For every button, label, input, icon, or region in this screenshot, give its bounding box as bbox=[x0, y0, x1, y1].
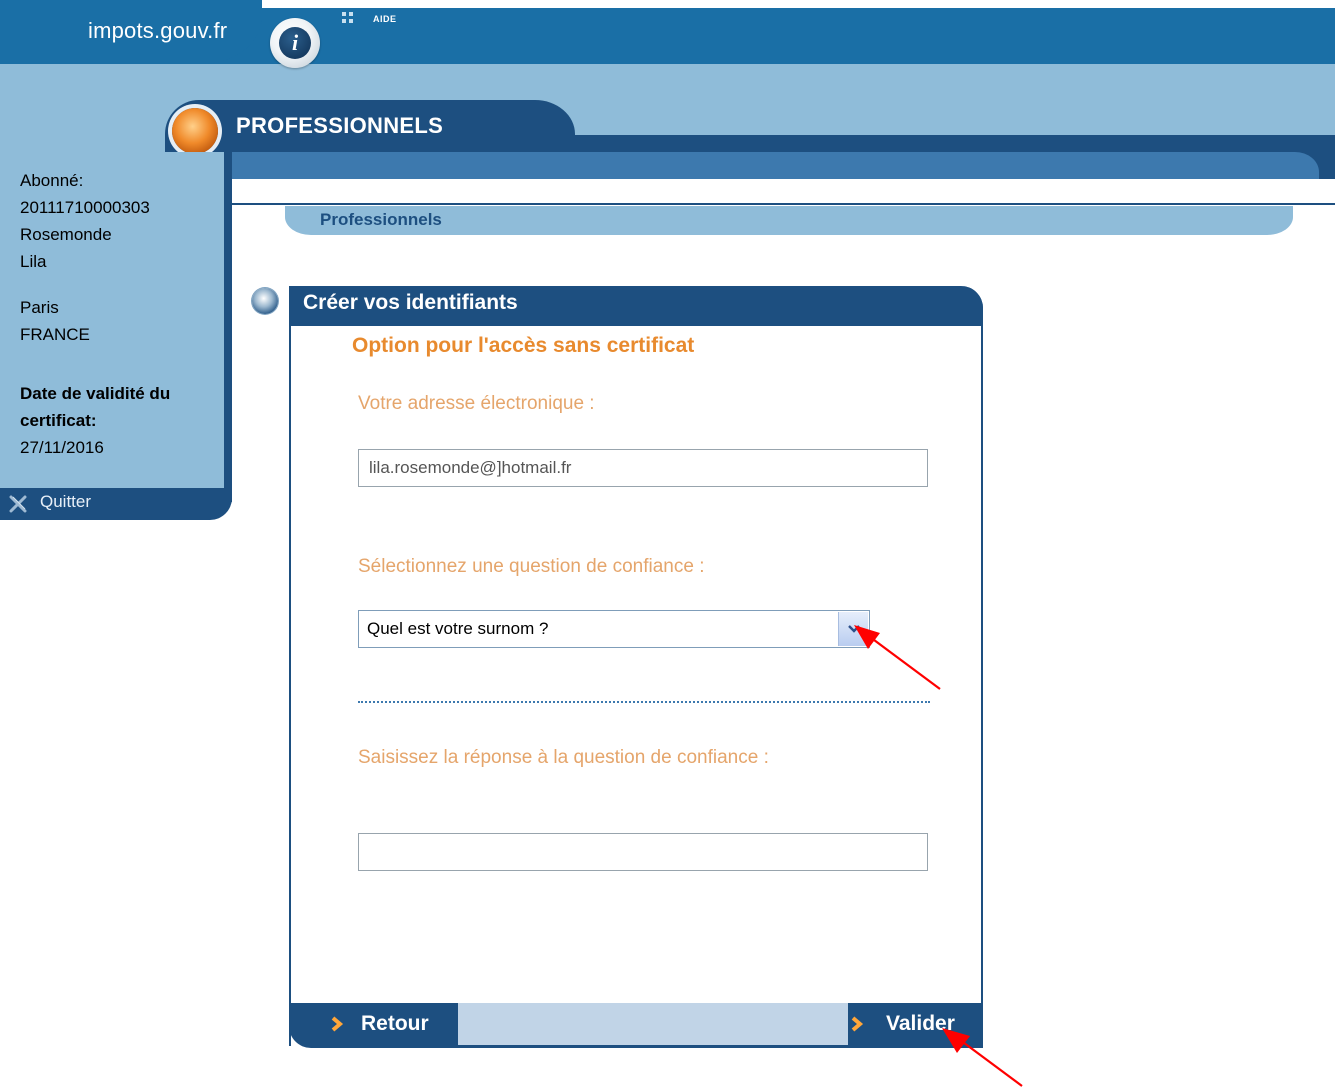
validity-date: 27/11/2016 bbox=[20, 438, 104, 457]
sidebar-quit-bar[interactable] bbox=[0, 488, 232, 520]
email-field[interactable] bbox=[358, 449, 928, 487]
back-button-label: Retour bbox=[361, 1012, 429, 1035]
annotation-arrow-icon bbox=[942, 1028, 1023, 1087]
form-footer-middle bbox=[458, 1003, 848, 1045]
info-icon-glyph: i bbox=[279, 27, 311, 59]
subscriber-last-name: Rosemonde bbox=[20, 225, 112, 244]
subscriber-label: Abonné: bbox=[20, 171, 84, 190]
breadcrumb-item[interactable]: Professionnels bbox=[320, 210, 442, 230]
form-separator bbox=[358, 701, 930, 703]
section-title: PROFESSIONNELS bbox=[236, 113, 444, 138]
question-selected-value: Quel est votre surnom ? bbox=[367, 619, 549, 638]
help-link[interactable]: AIDE bbox=[373, 14, 397, 24]
subscriber-city: Paris bbox=[20, 298, 59, 317]
info-icon[interactable]: i bbox=[270, 18, 320, 68]
validity-label-line1: Date de validité du bbox=[20, 384, 171, 403]
form-title: Créer vos identifiants bbox=[303, 291, 518, 314]
sidebar-edge bbox=[224, 152, 232, 502]
subscriber-id: 20111710000303 bbox=[20, 198, 150, 217]
chevron-right-icon bbox=[331, 1016, 344, 1032]
chevron-right-icon bbox=[851, 1016, 864, 1032]
section-sub-band bbox=[229, 152, 1319, 180]
section-orange-bullet-icon bbox=[172, 108, 218, 154]
annotation-arrow-icon bbox=[854, 625, 941, 690]
answer-label: Saisissez la réponse à la question de co… bbox=[358, 747, 769, 768]
help-dots-icon bbox=[342, 12, 356, 24]
question-label: Sélectionnez une question de confiance : bbox=[358, 556, 705, 577]
subscriber-country: FRANCE bbox=[20, 325, 90, 344]
content-divider bbox=[229, 203, 1335, 205]
quit-link[interactable]: Quitter bbox=[40, 492, 91, 512]
subscriber-first-name: Lila bbox=[20, 252, 47, 271]
form-subtitle: Option pour l'accès sans certificat bbox=[352, 334, 695, 357]
site-logo[interactable]: impots.gouv.fr bbox=[88, 18, 227, 44]
card-bullet-icon bbox=[252, 288, 278, 314]
email-label: Votre adresse électronique : bbox=[358, 393, 595, 414]
close-icon[interactable] bbox=[8, 494, 28, 514]
content-spacer bbox=[229, 179, 1335, 203]
answer-field[interactable] bbox=[358, 833, 928, 871]
validity-label-line2: certificat: bbox=[20, 411, 97, 430]
